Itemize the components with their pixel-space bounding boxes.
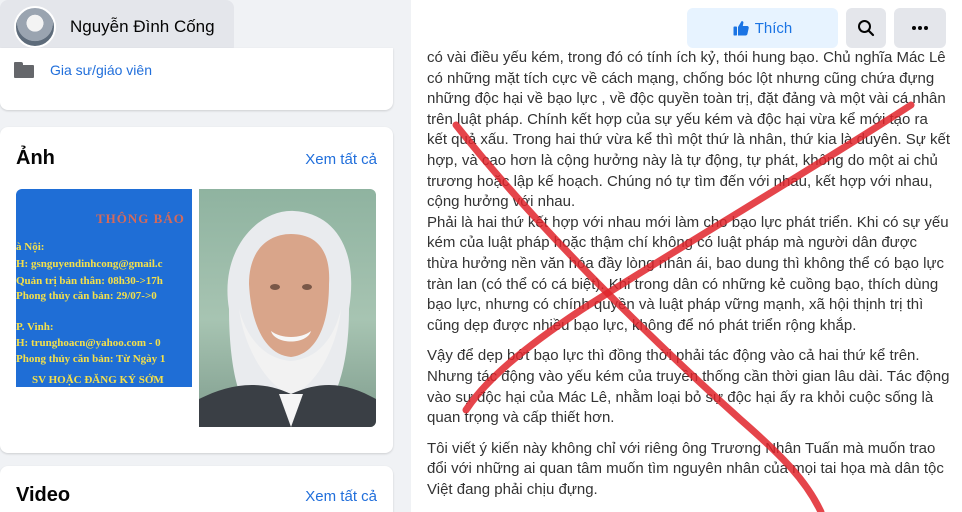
occupation-link[interactable]: Gia sư/giáo viên [50,62,152,78]
notice-title: THÔNG BÁO [96,211,185,226]
briefcase-icon [14,62,34,78]
video-title: Video [16,484,71,506]
search-icon [858,20,875,37]
post-paragraph: Phải là hai thứ kết hợp với nhau mới làm… [427,213,949,334]
portrait-image [199,210,376,427]
photos-see-all-link[interactable]: Xem tất cả [305,151,377,168]
post-paragraph: Vậy để dẹp bớt bạo lực thì đồng thời phả… [427,347,950,427]
photo-thumbnail-portrait[interactable] [199,189,376,427]
notice-footer: SV HOẶC ĐĂNG KÝ SỚM [32,374,164,386]
notice-line: P. Vinh: [16,321,54,333]
like-label: Thích [754,19,793,37]
notice-bottom-strip [16,387,192,399]
photos-card: Ảnh Xem tất cả THÔNG BÁO à Nội: H: gsngu… [0,127,393,453]
post-paragraph: Tôi viết ý kiến này không chỉ với riêng … [427,439,944,498]
video-see-all-link[interactable]: Xem tất cả [305,488,377,505]
notice-line: Phong thủy căn bản: Từ Ngày 1 [16,353,166,365]
notice-line: à Nội: [16,241,45,253]
profile-name[interactable]: Nguyễn Đình Cống [70,17,215,37]
post-text: có vài điều yếu kém, trong đó có tính íc… [427,48,951,510]
post-card: có vài điều yếu kém, trong đó có tính íc… [411,0,962,512]
intro-item: Gia sư/giáo viên [14,62,152,78]
more-dots-icon [912,26,928,30]
intro-card: Gia sư/giáo viên [0,48,393,110]
notice-line: H: gsnguyendinhcong@gmail.c [16,258,163,270]
notice-line: Quản trị bản thân: 08h30->17h [16,275,163,287]
profile-header[interactable]: Nguyễn Đình Cống [0,0,234,54]
profile-actions: Thích [687,8,946,48]
notice-line: Phong thủy căn bản: 29/07->0 [16,290,157,302]
thumbs-up-icon [733,21,749,36]
video-card: Video Xem tất cả [0,466,393,512]
photos-title: Ảnh [16,147,55,169]
more-options-button[interactable] [894,8,946,48]
notice-line: H: trunghoacn@yahoo.com - 0 [16,337,161,349]
like-button[interactable]: Thích [687,8,838,48]
photo-thumbnail-notice[interactable]: THÔNG BÁO à Nội: H: gsnguyendinhcong@gma… [16,189,192,399]
search-button[interactable] [846,8,886,48]
avatar[interactable] [14,6,56,48]
post-paragraph: có vài điều yếu kém, trong đó có tính íc… [427,49,950,211]
